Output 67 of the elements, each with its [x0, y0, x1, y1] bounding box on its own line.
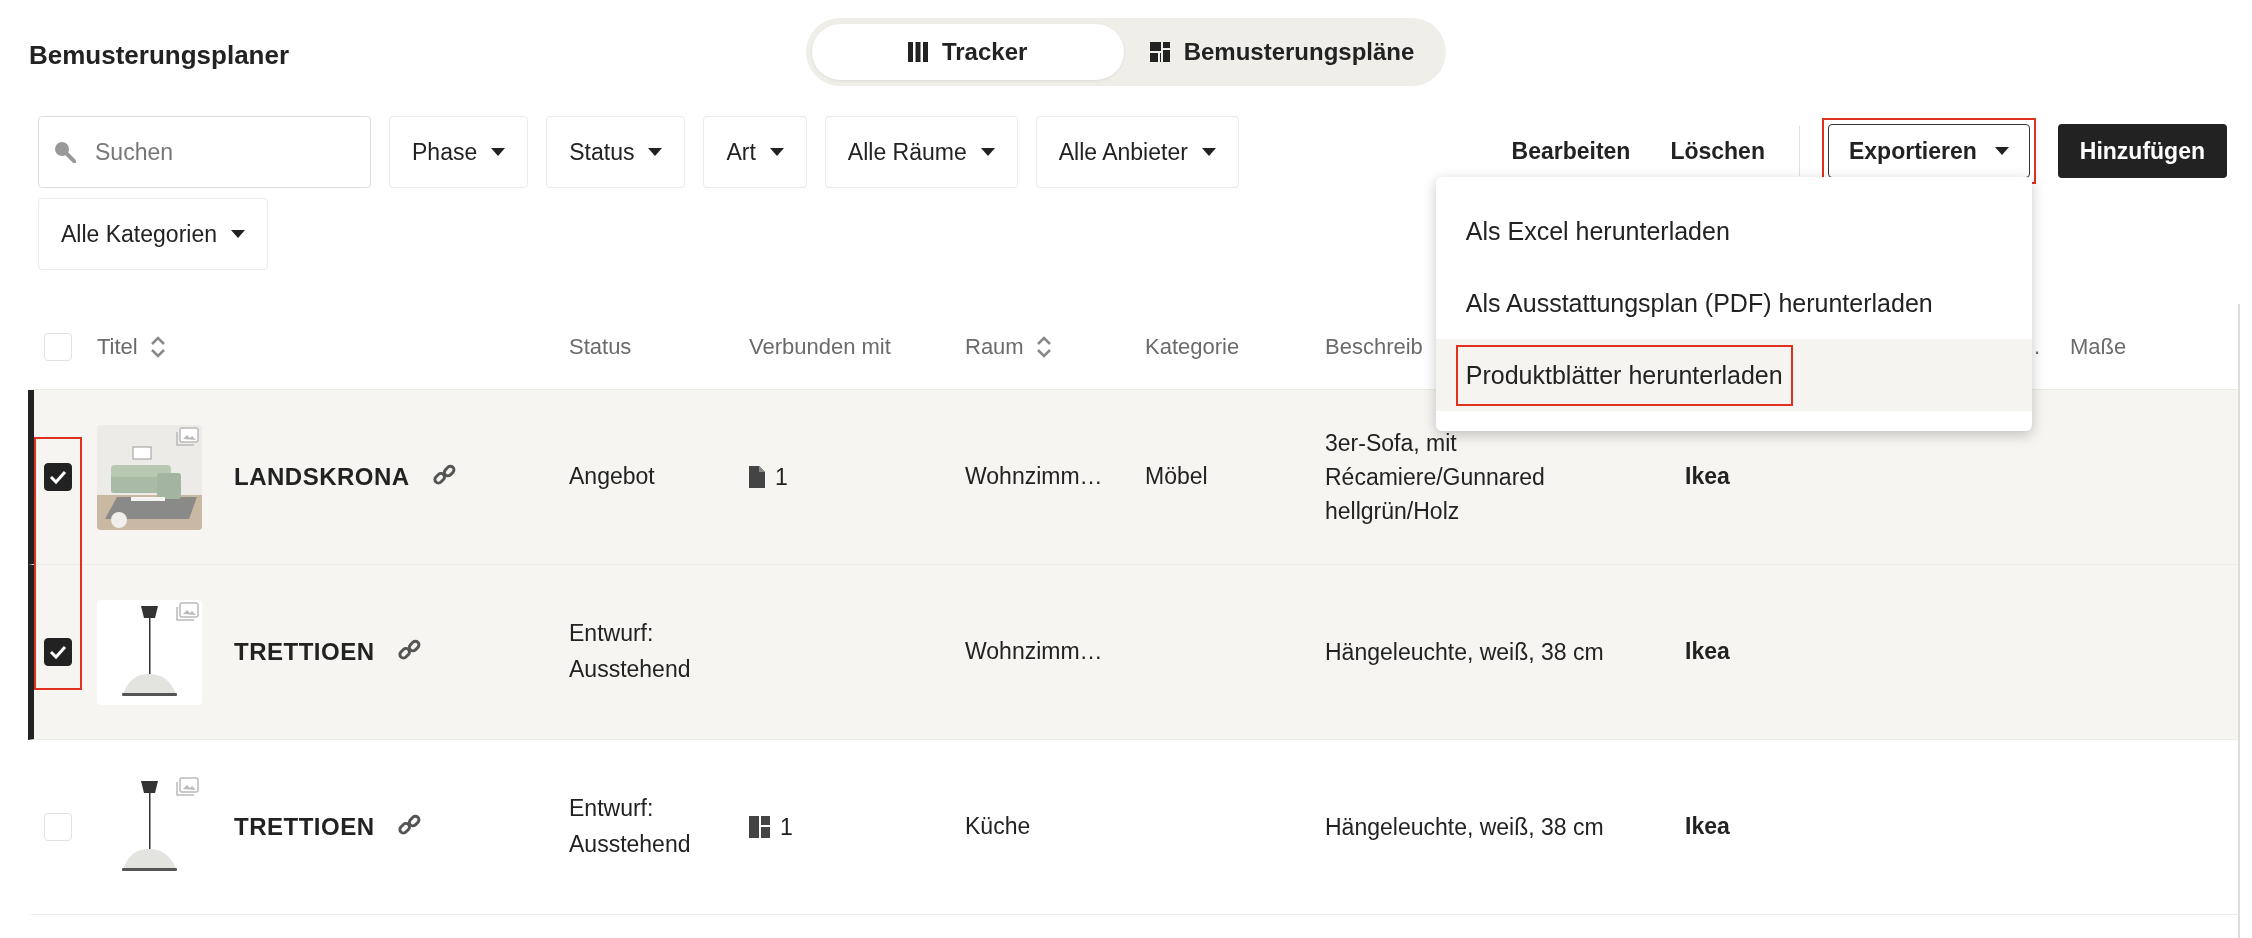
checkbox[interactable] — [44, 638, 72, 666]
caret-icon — [1994, 147, 2009, 155]
caret-icon — [1201, 148, 1216, 156]
checkbox[interactable] — [44, 463, 72, 491]
caret-icon — [769, 148, 784, 156]
action-button[interactable]: Löschen — [1650, 127, 1785, 175]
description-cell-text: Hängeleuchte, weiß, 38 cm — [1325, 813, 1605, 842]
room-cell-text: Küche — [965, 812, 1032, 842]
room-cell-text: Wohnzimm… — [965, 462, 1104, 492]
filter-dropdown[interactable]: Alle Anbieter — [1035, 116, 1239, 188]
room-cell-text: Wohnzimm… — [965, 637, 1104, 667]
columns-icon — [907, 42, 928, 62]
menu-item[interactable]: Als Ausstattungsplan (PDF) herunterladen — [1435, 267, 2032, 339]
sort-icon — [149, 335, 166, 358]
gallery-icon — [175, 426, 200, 447]
item-title[interactable]: TRETTIOEN — [234, 813, 375, 841]
check-icon — [49, 469, 67, 485]
table-row[interactable]: TRETTIOEN Entwurf: Ausstehend Wohnzimm… Hängeleuchte, weiß, 38 cm Ikea — [28, 565, 2238, 740]
caret-icon — [491, 148, 506, 156]
status-cell-text: Angebot — [569, 462, 656, 492]
description-cell-text: 3er-Sofa, mit Récamiere/Gunnared hellgrün/Holz — [1325, 429, 1546, 526]
filter-dropdown[interactable]: Phase — [389, 116, 529, 188]
gallery-icon — [175, 776, 200, 797]
column-header: Beschreib — [1325, 333, 1423, 360]
item-title[interactable]: LANDSKRONA — [234, 463, 410, 491]
vendor-cell-text: Ikea — [1685, 462, 1731, 492]
column-header: Maße — [2070, 333, 2127, 360]
item-title[interactable]: TRETTIOEN — [234, 638, 375, 666]
column-header: Kategorie — [1145, 333, 1240, 360]
filter-dropdown[interactable]: Status — [546, 116, 686, 188]
sort-icon — [1035, 335, 1052, 358]
status-cell-text: Entwurf: Ausstehend — [569, 794, 692, 859]
search-icon — [54, 141, 76, 163]
filter-dropdown[interactable]: Alle Räume — [824, 116, 1018, 188]
view-tab[interactable]: Tracker — [811, 24, 1124, 80]
vendor-cell-text: Ikea — [1685, 812, 1731, 842]
status-cell-text: Entwurf: Ausstehend — [569, 619, 692, 684]
gallery-icon — [175, 601, 200, 622]
caret-icon — [648, 148, 663, 156]
filter-dropdown[interactable]: Art — [703, 116, 807, 188]
caret-icon — [231, 230, 245, 238]
column-header[interactable]: Titel — [97, 333, 138, 360]
check-icon — [49, 644, 67, 660]
column-header[interactable]: Raum — [965, 333, 1024, 360]
grid-icon — [1149, 42, 1170, 62]
document-icon — [749, 466, 765, 488]
table-row[interactable]: LANDSKRONA Angebot 1 Wohnzimm… Möbel 3er-Sofa, mit Récamiere/Gunnared hellgrün/Holz Ikea — [28, 390, 2238, 565]
column-header: Verbunden mit — [749, 333, 891, 360]
search-field[interactable]: Suchen — [38, 116, 371, 188]
caret-icon — [980, 148, 995, 156]
export-button[interactable]: Exportieren — [1827, 124, 2030, 178]
column-header: Status — [569, 333, 632, 360]
grid-icon — [749, 816, 770, 838]
linked-count: 1 — [775, 463, 788, 491]
action-button[interactable]: Bearbeiten — [1491, 127, 1651, 175]
category-cell-text: Möbel — [1145, 462, 1209, 492]
page-title: Bemusterungsplaner — [29, 40, 290, 71]
view-tab[interactable]: Bemusterungspläne — [1123, 24, 1441, 80]
filter-dropdown[interactable]: Alle Kategorien — [38, 198, 268, 270]
menu-item[interactable]: Als Excel herunterladen — [1435, 195, 2032, 267]
table-row[interactable]: TRETTIOEN Entwurf: Ausstehend 1 Küche Hängeleuchte, weiß, 38 cm Ikea — [28, 740, 2238, 915]
linked-count: 1 — [780, 813, 793, 841]
description-cell-text: Hängeleuchte, weiß, 38 cm — [1325, 638, 1605, 667]
vendor-cell-text: Ikea — [1685, 637, 1731, 667]
menu-item[interactable]: Produktblätter herunterladen — [1435, 339, 2032, 411]
column-header: . — [2033, 333, 2040, 360]
add-button[interactable]: Hinzufügen — [2057, 124, 2227, 178]
